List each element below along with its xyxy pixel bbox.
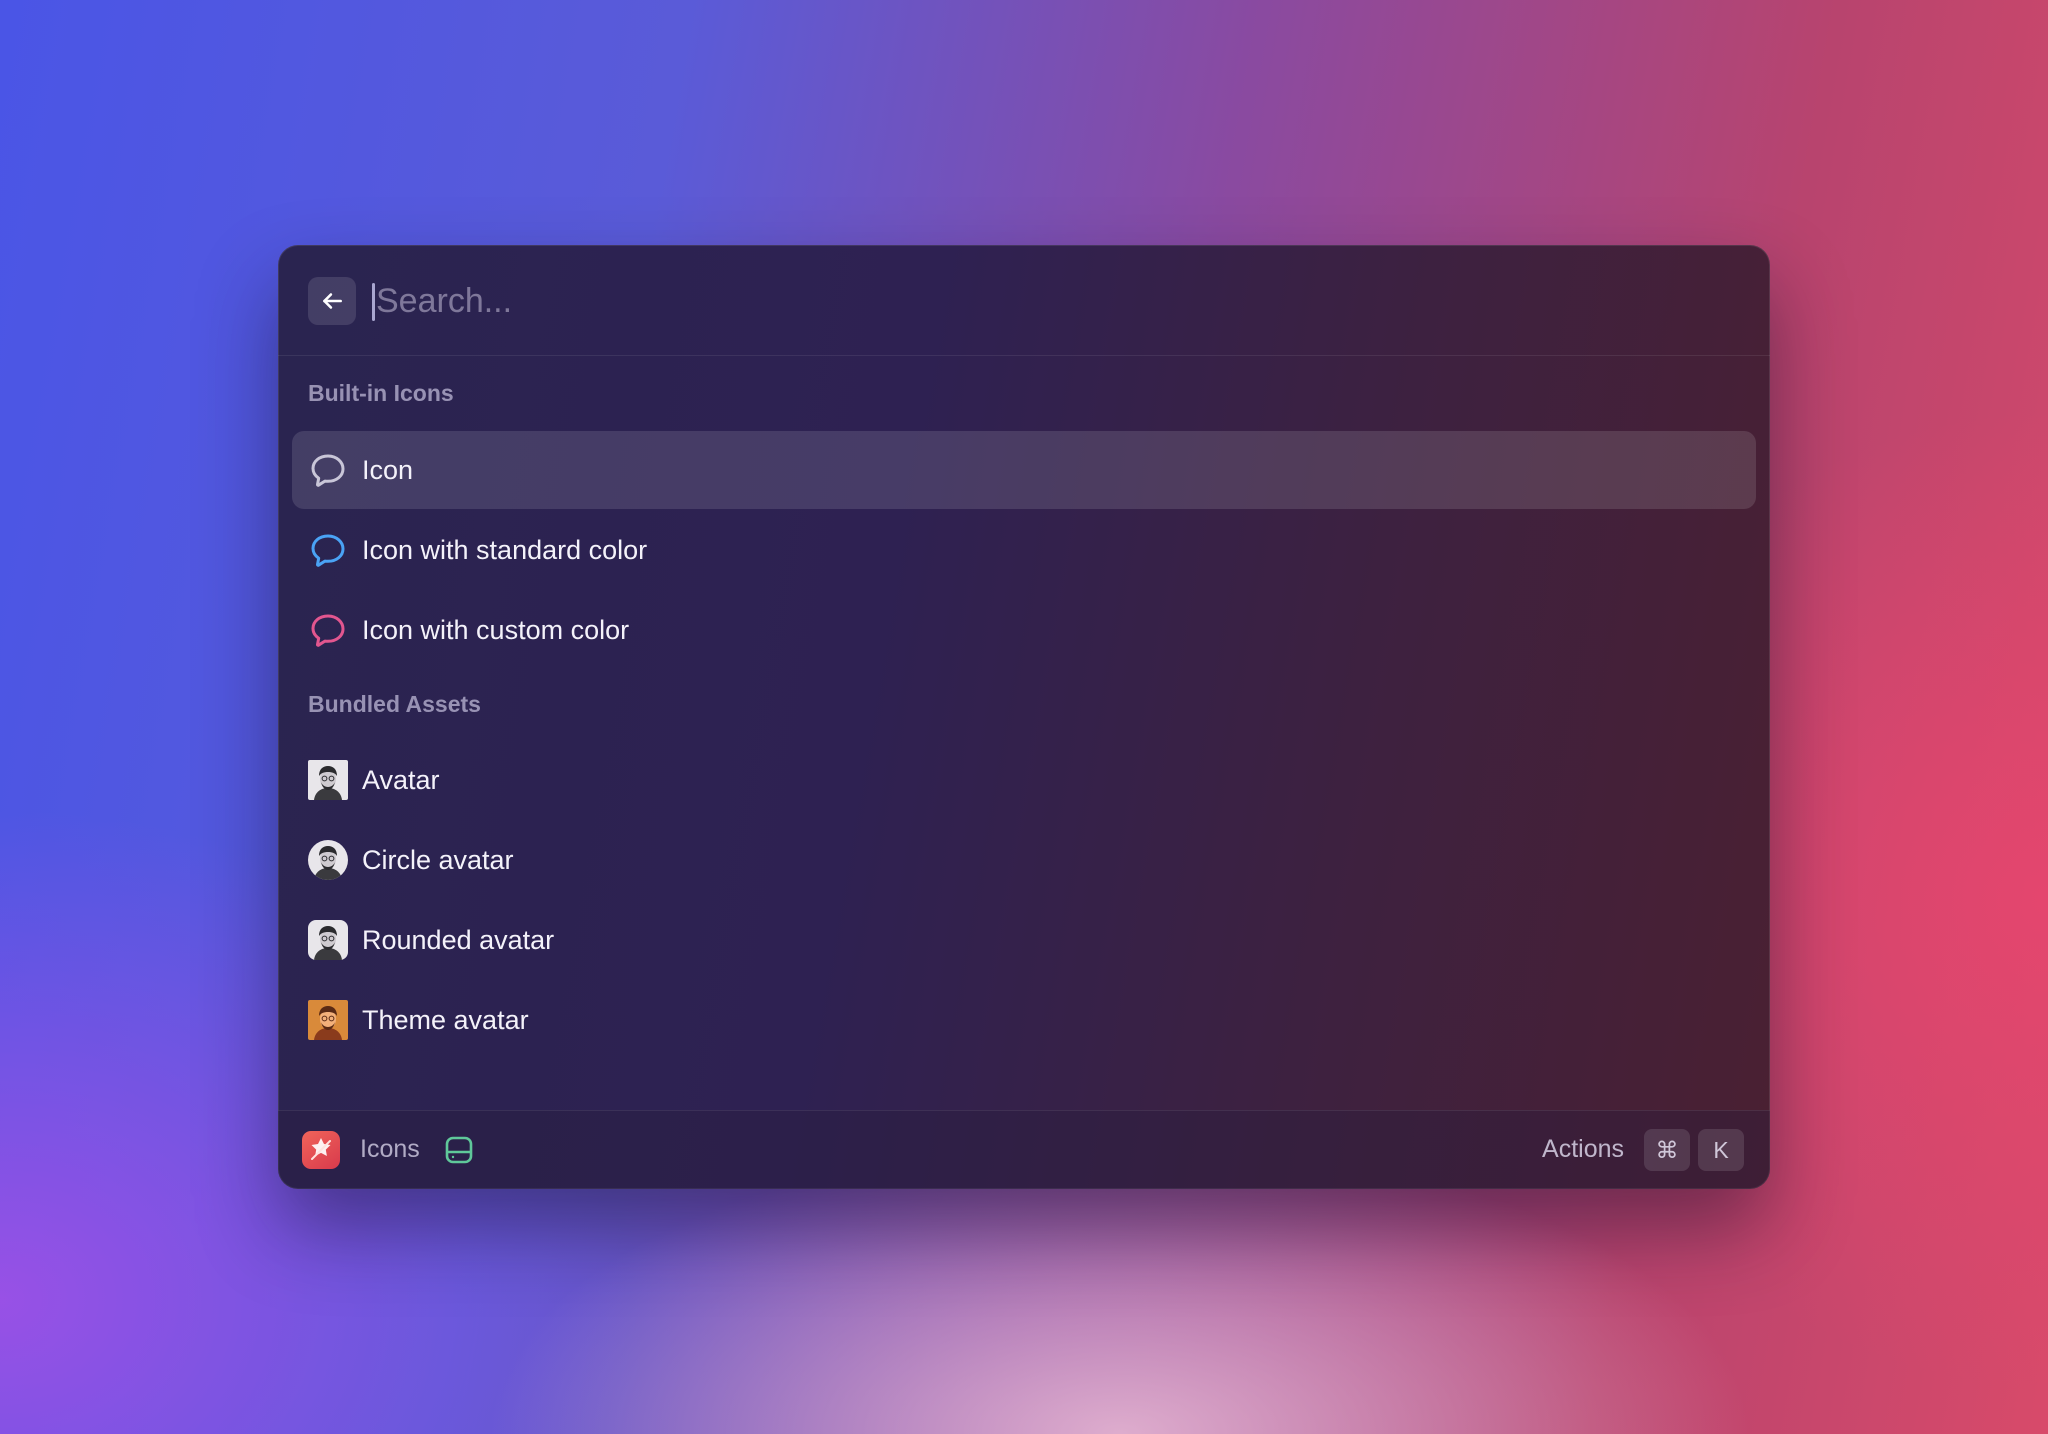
section-title-builtin-icons: Built-in Icons [308, 380, 454, 406]
search-input[interactable] [374, 273, 1676, 329]
list-item-icon[interactable]: Icon [292, 431, 1756, 509]
shortcut-key-command: ⌘ [1644, 1129, 1690, 1171]
list-item-label: Icon [362, 455, 414, 485]
list-item-label: Rounded avatar [362, 925, 555, 955]
message-bubble-icon [308, 611, 348, 651]
list-item-avatar[interactable]: Avatar [292, 741, 1756, 819]
avatar-image [308, 920, 348, 960]
list-item-rounded-avatar[interactable]: Rounded avatar [292, 901, 1756, 979]
command-palette-window: Built-in Icons Icon Icon with standard col… [278, 245, 1770, 1189]
list-item-label: Icon with custom color [362, 615, 630, 645]
shortcut-key-k: K [1698, 1129, 1744, 1171]
avatar-image [308, 760, 348, 800]
list-item-circle-avatar[interactable]: Circle avatar [292, 821, 1756, 899]
avatar-image [308, 1000, 348, 1040]
list-item-icon-with-custom-color[interactable]: Icon with custom color [292, 591, 1756, 669]
avatar-image [308, 840, 348, 880]
extension-icon[interactable] [302, 1131, 340, 1169]
back-button[interactable] [308, 277, 356, 325]
search-bar [278, 245, 1770, 356]
actions-button[interactable]: Actions [1542, 1135, 1624, 1164]
results-list: Built-in Icons Icon Icon with standard col… [278, 356, 1770, 1076]
list-item-icon-with-standard-color[interactable]: Icon with standard color [292, 511, 1756, 589]
list-item-label: Icon with standard color [362, 535, 648, 565]
list-item-theme-avatar[interactable]: Theme avatar [292, 981, 1756, 1059]
list-item-label: Avatar [362, 765, 440, 795]
list-item-label: Circle avatar [362, 845, 514, 875]
extension-title: Icons [360, 1135, 420, 1163]
section-title-bundled-assets: Bundled Assets [308, 691, 481, 717]
message-bubble-icon [308, 451, 348, 491]
message-bubble-icon [308, 531, 348, 571]
hard-drive-icon[interactable] [442, 1133, 476, 1167]
list-item-label: Theme avatar [362, 1005, 529, 1035]
arrow-left-icon [323, 293, 342, 309]
action-bar: Icons Actions ⌘ K [278, 1110, 1770, 1189]
